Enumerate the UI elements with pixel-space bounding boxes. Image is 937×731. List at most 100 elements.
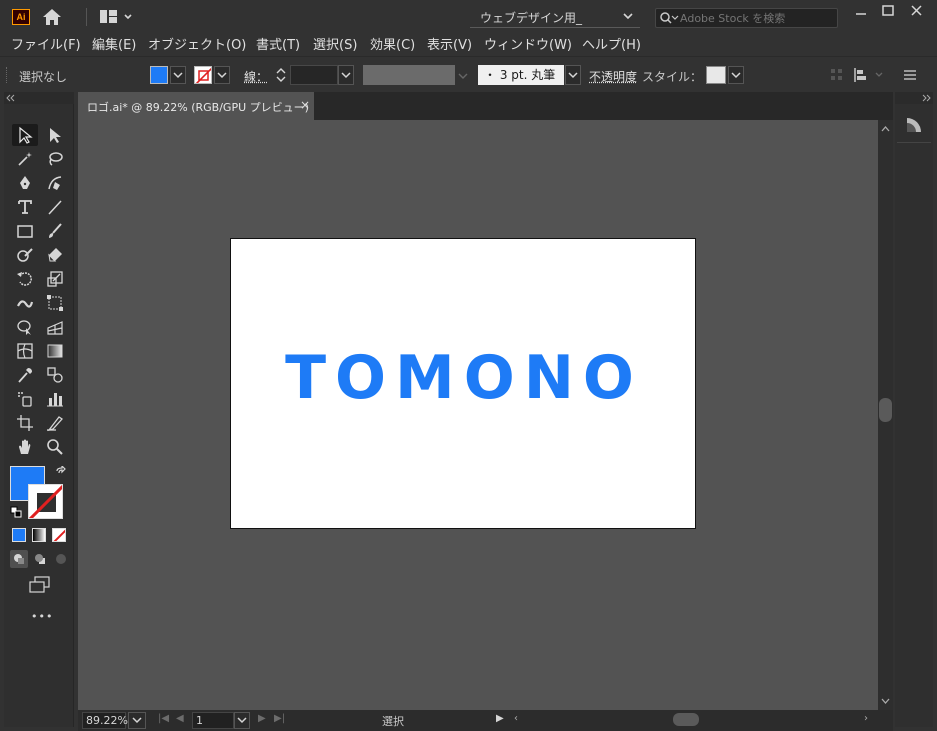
workspace-name: ウェブデザイン用_ (480, 11, 583, 25)
zoom-tool[interactable] (42, 436, 68, 458)
fill-color-swatch[interactable] (150, 66, 168, 84)
screen-mode-icon[interactable] (28, 576, 52, 594)
stroke-color-swatch[interactable] (194, 66, 212, 84)
stroke-dropdown[interactable] (214, 66, 230, 84)
shaper-tool[interactable] (12, 244, 38, 266)
canvas[interactable]: TOMONO (78, 120, 878, 710)
panel-grip[interactable] (6, 67, 9, 83)
lasso-tool[interactable] (42, 148, 68, 170)
slice-tool[interactable] (42, 412, 68, 434)
rotate-tool[interactable] (12, 268, 38, 290)
zoom-dropdown[interactable] (128, 712, 146, 729)
align-icon[interactable] (852, 67, 886, 83)
pen-tool[interactable] (12, 172, 38, 194)
logo-text[interactable]: TOMONO (231, 343, 697, 413)
stock-search[interactable] (655, 8, 838, 28)
last-artboard-icon[interactable]: ▶| (274, 713, 285, 724)
draw-normal-button[interactable] (10, 550, 28, 568)
artboard-dropdown[interactable] (234, 712, 250, 729)
hand-tool[interactable] (12, 436, 38, 458)
free-transform-tool[interactable] (42, 292, 68, 314)
previous-artboard-icon[interactable]: ◀ (176, 713, 184, 724)
home-icon[interactable] (42, 8, 62, 26)
gradient-tool[interactable] (42, 340, 68, 362)
none-mode-button[interactable] (52, 528, 66, 542)
scale-tool[interactable] (42, 268, 68, 290)
gradient-mode-button[interactable] (32, 528, 46, 542)
vertical-scrollbar[interactable] (878, 120, 893, 710)
zoom-level[interactable]: 89.22% (82, 712, 128, 729)
scroll-left-icon[interactable]: ‹ (514, 713, 518, 724)
close-tab-icon[interactable]: × (300, 98, 310, 112)
menu-type[interactable]: 書式(T) (256, 34, 300, 53)
menu-view[interactable]: 表示(V) (427, 34, 472, 53)
panel-menu-icon[interactable] (901, 67, 919, 83)
mesh-tool[interactable] (12, 340, 38, 362)
graphic-style-swatch[interactable] (706, 66, 726, 84)
menu-window[interactable]: ウィンドウ(W) (484, 34, 572, 53)
stroke-weight-input[interactable] (290, 65, 338, 85)
color-mode-button[interactable] (12, 528, 26, 542)
style-dropdown[interactable] (728, 66, 744, 84)
perspective-grid-tool[interactable] (42, 316, 68, 338)
draw-inside-button[interactable] (52, 550, 70, 568)
opacity-link[interactable]: 不透明度 (589, 68, 637, 85)
menu-effect[interactable]: 効果(C) (370, 34, 415, 53)
vertical-scroll-thumb[interactable] (879, 398, 892, 422)
brush-dropdown[interactable] (565, 65, 581, 85)
properties-panel-icon[interactable] (903, 114, 925, 136)
artboard-number[interactable]: 1 (192, 712, 234, 729)
brush-definition[interactable]: ・ 3 pt. 丸筆 (478, 65, 564, 85)
stroke-label[interactable]: 線： (244, 68, 268, 85)
symbol-sprayer-tool[interactable] (12, 388, 38, 410)
swap-fill-stroke-icon[interactable] (54, 464, 68, 480)
first-artboard-icon[interactable]: |◀ (158, 713, 169, 724)
curvature-tool[interactable] (42, 172, 68, 194)
eraser-tool[interactable] (42, 244, 68, 266)
magic-wand-tool[interactable] (12, 148, 38, 170)
column-graph-tool[interactable] (42, 388, 68, 410)
menu-object[interactable]: オブジェクト(O) (148, 34, 246, 53)
arrange-documents-icon[interactable] (99, 8, 137, 26)
variable-width-profile[interactable] (363, 65, 455, 85)
direct-selection-tool[interactable] (42, 124, 68, 146)
workspace-switcher[interactable]: ウェブデザイン用_ (470, 6, 640, 28)
tools-panel-header[interactable] (4, 92, 74, 104)
minimize-button[interactable] (848, 2, 874, 20)
fill-dropdown[interactable] (170, 66, 186, 84)
artboard-tool[interactable] (12, 412, 38, 434)
chevron-down-icon (623, 13, 633, 20)
right-panel-header[interactable] (895, 92, 933, 104)
eyedropper-tool[interactable] (12, 364, 38, 386)
draw-behind-button[interactable] (31, 550, 49, 568)
menu-edit[interactable]: 編集(E) (92, 34, 136, 53)
horizontal-scroll-thumb[interactable] (673, 713, 699, 726)
paintbrush-tool[interactable] (42, 220, 68, 242)
menu-file[interactable]: ファイル(F) (11, 34, 81, 53)
shape-builder-tool[interactable] (12, 316, 38, 338)
type-tool[interactable] (12, 196, 38, 218)
status-menu-icon[interactable]: ▶ (496, 713, 504, 724)
scroll-up-icon[interactable] (880, 124, 891, 134)
stroke-swatch-large[interactable] (28, 484, 63, 519)
default-colors-icon[interactable] (10, 506, 22, 518)
stroke-weight-stepper[interactable] (273, 65, 289, 85)
rectangle-tool[interactable] (12, 220, 38, 242)
selection-tool[interactable] (12, 124, 38, 146)
grid-icon[interactable] (828, 67, 846, 83)
maximize-button[interactable] (875, 2, 901, 20)
document-tab[interactable]: ロゴ.ai* @ 89.22% (RGB/GPU プレビュー) × (78, 92, 314, 120)
blend-tool[interactable] (42, 364, 68, 386)
scroll-down-icon[interactable] (880, 696, 891, 706)
menu-help[interactable]: ヘルプ(H) (582, 34, 641, 53)
line-segment-tool[interactable] (42, 196, 68, 218)
edit-toolbar-button[interactable]: ••• (31, 610, 53, 623)
search-input[interactable] (680, 10, 835, 26)
width-tool[interactable] (12, 292, 38, 314)
close-window-button[interactable] (904, 2, 930, 20)
scroll-right-icon[interactable]: › (864, 713, 868, 724)
menu-select[interactable]: 選択(S) (313, 34, 357, 53)
next-artboard-icon[interactable]: ▶ (258, 713, 266, 724)
stroke-weight-dropdown[interactable] (338, 65, 354, 85)
artboard[interactable]: TOMONO (230, 238, 696, 529)
